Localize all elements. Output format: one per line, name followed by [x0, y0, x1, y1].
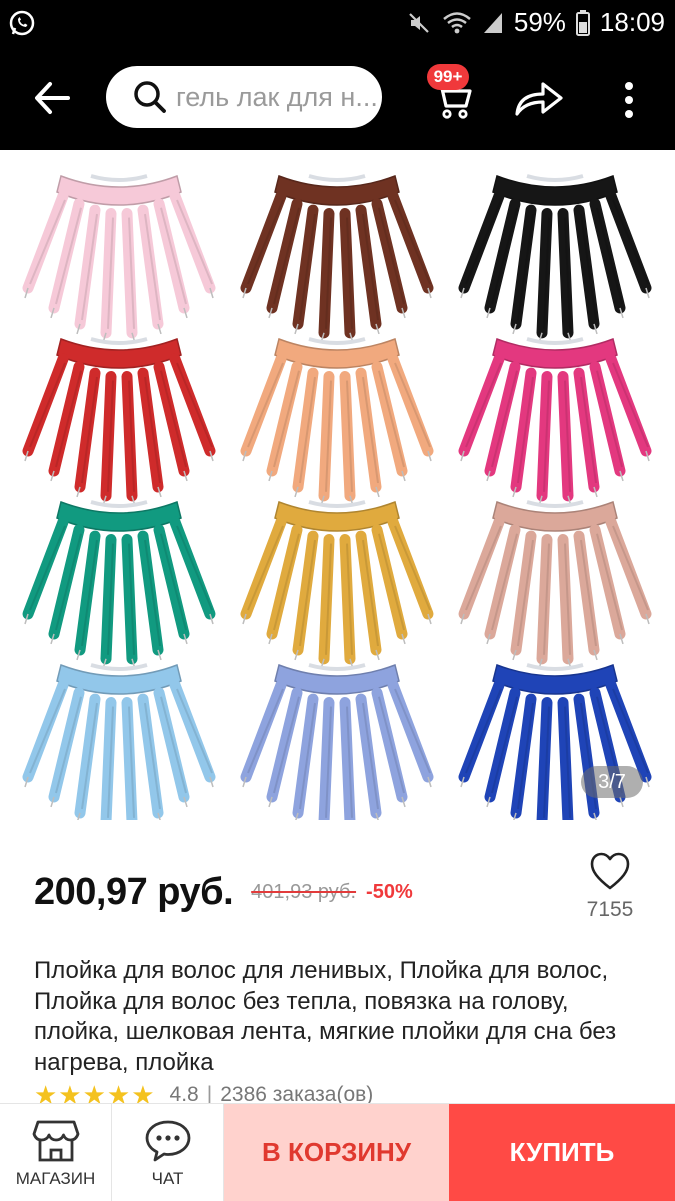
curler-magenta [458, 337, 652, 507]
add-to-cart-button[interactable]: В КОРЗИНУ [224, 1104, 449, 1201]
curler-peach [240, 337, 434, 507]
bottom-action-bar: МАГАЗИН ЧАТ В КОРЗИНУ КУПИТЬ [0, 1103, 675, 1201]
whatsapp-icon [9, 10, 35, 36]
curler-mustard [240, 500, 434, 670]
wishlist-count: 7155 [586, 898, 634, 921]
search-box[interactable] [106, 66, 382, 128]
more-options-icon[interactable] [616, 80, 642, 120]
signal-icon [483, 12, 502, 33]
curler-red [22, 337, 216, 507]
curler-dusty-rose [458, 500, 652, 670]
discount-badge: -50% [366, 880, 413, 903]
wishlist-button[interactable]: 7155 [585, 852, 635, 932]
chat-icon [145, 1120, 191, 1162]
curler-light-blue [22, 663, 216, 833]
mute-icon [409, 12, 429, 33]
chat-button[interactable]: ЧАТ [112, 1104, 224, 1201]
wifi-icon [443, 11, 471, 33]
share-icon[interactable] [513, 78, 565, 118]
curler-periwinkle [240, 663, 434, 833]
price-row: 200,97 руб. 401,93 руб. -50% [34, 866, 413, 918]
curler-brown [240, 174, 434, 344]
store-label: МАГАЗИН [15, 1169, 96, 1188]
clock: 18:09 [599, 7, 665, 37]
product-title: Плойка для волос для ленивых, Плойка для… [34, 957, 617, 1076]
image-counter: 3/7 [581, 766, 643, 798]
store-button[interactable]: МАГАЗИН [0, 1104, 112, 1201]
store-icon [32, 1120, 80, 1162]
curler-pink [22, 174, 216, 344]
battery-percent: 59% [513, 7, 566, 37]
product-image-gallery[interactable]: 3/7 [0, 150, 675, 833]
buy-now-button[interactable]: КУПИТЬ [449, 1104, 675, 1201]
search-input[interactable] [176, 81, 382, 113]
search-icon [134, 81, 166, 113]
back-arrow-icon[interactable] [32, 78, 72, 118]
status-bar: 59% 18:09 [0, 0, 675, 46]
old-price: 401,93 руб. [251, 880, 357, 903]
app-header: 99+ [0, 46, 675, 150]
product-image [22, 174, 652, 833]
chat-label: ЧАТ [151, 1169, 184, 1188]
curler-teal [22, 500, 216, 670]
cart-badge: 99+ [427, 64, 469, 90]
battery-icon [575, 9, 590, 36]
curler-black [458, 174, 652, 344]
heart-icon [590, 852, 630, 890]
current-price: 200,97 руб. [34, 870, 234, 913]
